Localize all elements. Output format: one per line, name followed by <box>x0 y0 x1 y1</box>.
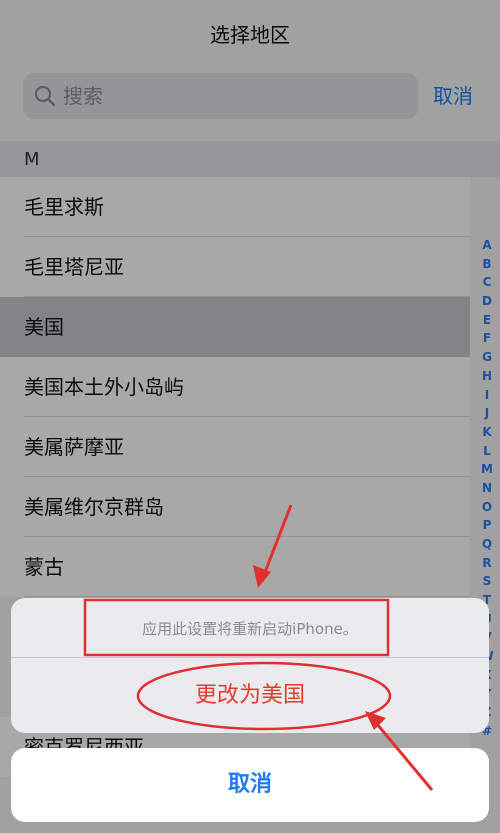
action-sheet-message: 应用此设置将重新启动iPhone。 <box>142 620 358 638</box>
cancel-button[interactable]: 取消 <box>11 748 489 822</box>
action-sheet: 应用此设置将重新启动iPhone。 更改为美国 <box>11 598 489 733</box>
change-region-button[interactable]: 更改为美国 <box>11 658 489 733</box>
